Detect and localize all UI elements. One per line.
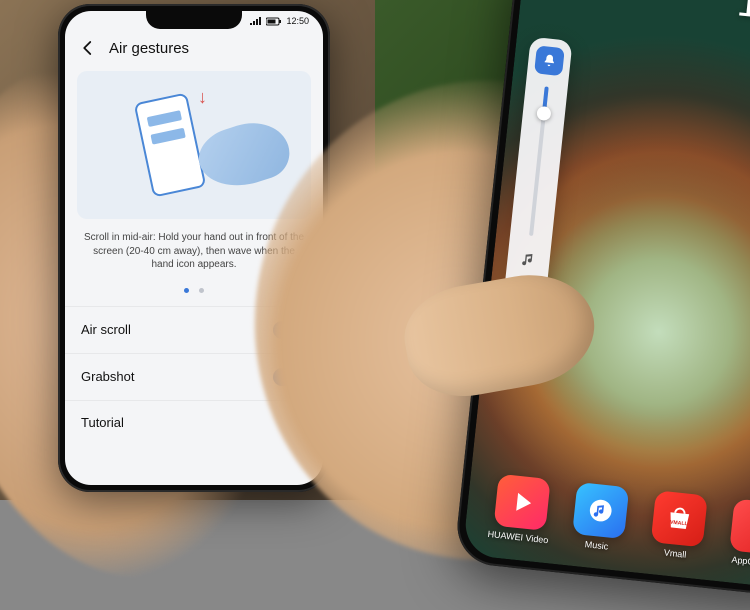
video-app-icon — [493, 474, 550, 531]
appgallery-app-icon — [729, 498, 750, 555]
hero-phone-graphic — [134, 92, 207, 197]
status-time: 12:50 — [286, 16, 309, 26]
tutorial-label: Tutorial — [81, 415, 124, 430]
app-huawei-video[interactable]: HUAWEI Video — [487, 473, 556, 545]
page-header: Air gestures — [65, 31, 323, 65]
signal-icon — [250, 17, 262, 26]
home-dock: HUAWEI Video Music VMALL Vmall — [464, 471, 750, 573]
media-volume-button[interactable] — [515, 246, 541, 272]
volume-thumb[interactable] — [536, 106, 551, 121]
ringer-mode-button[interactable] — [534, 45, 565, 76]
volume-slider[interactable] — [529, 86, 549, 236]
music-app-icon — [572, 482, 629, 539]
lock-date: Fri, Sep 20 — [734, 24, 750, 47]
right-photo: Munich 12:49 Fri, Sep 20 — [375, 0, 750, 500]
battery-icon — [266, 17, 282, 26]
video-app-label: HUAWEI Video — [487, 529, 550, 545]
volume-panel[interactable] — [502, 37, 572, 314]
hero-arrow-icon: ↓ — [198, 87, 207, 108]
hero-hand-graphic — [192, 113, 296, 198]
air-scroll-label: Air scroll — [81, 322, 131, 337]
app-appgallery[interactable]: AppGallery — [722, 498, 750, 570]
vmall-app-label: Vmall — [644, 545, 707, 561]
appgallery-app-label: AppGallery — [722, 554, 750, 570]
hero-illustration[interactable]: ↓ — [77, 71, 311, 219]
back-icon[interactable] — [79, 39, 97, 57]
play-icon — [516, 493, 532, 512]
dot-2[interactable] — [199, 288, 204, 293]
vmall-app-icon: VMALL — [650, 490, 707, 547]
app-music[interactable]: Music — [565, 481, 634, 553]
music-app-label: Music — [565, 537, 628, 553]
app-vmall[interactable]: VMALL Vmall — [644, 490, 713, 562]
bell-icon — [541, 52, 559, 70]
page-title: Air gestures — [109, 40, 189, 57]
grabshot-label: Grabshot — [81, 369, 134, 384]
dot-1[interactable] — [184, 288, 189, 293]
music-note-icon — [520, 251, 538, 269]
notch — [146, 11, 242, 29]
